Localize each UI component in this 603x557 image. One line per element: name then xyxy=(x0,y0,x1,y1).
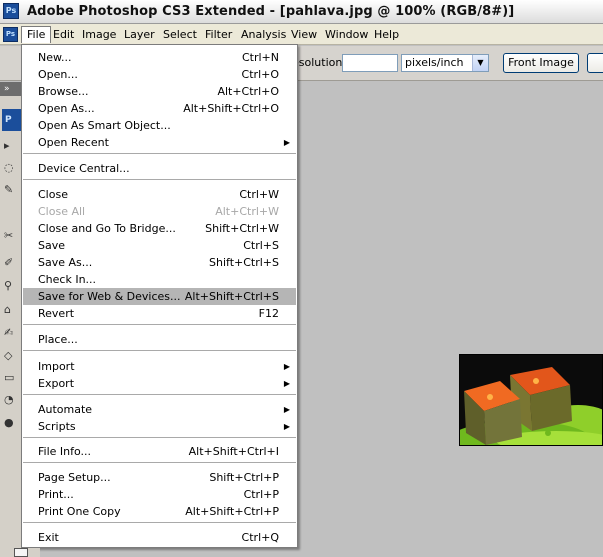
menu-item-open-as[interactable]: Open As... Alt+Shift+Ctrl+O xyxy=(23,100,296,117)
lasso-tool-icon-2[interactable]: ✎ xyxy=(4,184,16,196)
window-title: Adobe Photoshop CS3 Extended - [pahlava.… xyxy=(27,4,515,19)
menu-item-close[interactable]: Close Ctrl+W xyxy=(23,186,296,203)
menu-item-new[interactable]: New... Ctrl+N xyxy=(23,49,296,66)
toolbox-collapse-icon[interactable]: » xyxy=(0,82,22,96)
dodge-tool-icon[interactable]: ● xyxy=(4,417,16,429)
menu-view[interactable]: View xyxy=(286,26,322,43)
menu-item-save[interactable]: Save Ctrl+S xyxy=(23,237,296,254)
submenu-arrow-icon: ▶ xyxy=(283,405,290,414)
file-menu-dropdown: New... Ctrl+N Open... Ctrl+O Browse... Alt+… xyxy=(21,44,298,548)
menu-separator xyxy=(23,437,296,438)
menu-item-place[interactable]: Place... xyxy=(23,331,296,348)
menu-image[interactable]: Image xyxy=(77,26,121,43)
menu-item-close-and-go-to-bridge[interactable]: Close and Go To Bridge... Shift+Ctrl+W xyxy=(23,220,296,237)
gradient-tool-icon[interactable]: ▭ xyxy=(4,372,16,384)
crop-tool-icon[interactable]: ✂ xyxy=(4,230,16,242)
menu-file[interactable]: File xyxy=(21,26,52,43)
menu-separator xyxy=(23,153,296,154)
submenu-arrow-icon: ▶ xyxy=(283,138,290,147)
menu-item-open-as-smart-object[interactable]: Open As Smart Object... xyxy=(23,117,296,134)
resolution-input[interactable] xyxy=(342,54,398,72)
menu-item-automate[interactable]: Automate ▶ xyxy=(23,401,296,418)
menu-item-close-all: Close All Alt+Ctrl+W xyxy=(38,205,279,218)
document-icon[interactable]: Ps xyxy=(3,27,18,42)
submenu-arrow-icon: ▶ xyxy=(283,362,290,371)
menu-separator xyxy=(23,522,296,523)
document-image[interactable] xyxy=(459,354,603,446)
menu-item-file-info[interactable]: File Info... Alt+Shift+Ctrl+I xyxy=(23,443,296,460)
healing-tool-icon[interactable]: ✐ xyxy=(4,257,16,269)
menu-item-exit[interactable]: Exit Ctrl+Q xyxy=(23,529,296,546)
move-tool-icon[interactable]: ▸ xyxy=(4,140,16,152)
submenu-arrow-icon: ▶ xyxy=(283,379,290,388)
menu-edit[interactable]: Edit xyxy=(48,26,79,43)
menu-window[interactable]: Window xyxy=(320,26,373,43)
photoshop-app-icon[interactable]: Ps xyxy=(3,3,19,19)
menu-item-revert[interactable]: Revert F12 xyxy=(23,305,296,322)
lasso-tool-icon[interactable]: ◌ xyxy=(4,162,16,174)
eraser-tool-icon[interactable]: ◇ xyxy=(4,350,16,362)
menu-separator xyxy=(23,462,296,463)
blur-tool-icon[interactable]: ◔ xyxy=(4,394,16,406)
menu-item-check-in[interactable]: Check In... xyxy=(23,271,296,288)
toolbox-panel: » P ▸ ◌ ✎ ✂ ✐ ⚲ ⌂ ✍ ◇ ▭ ◔ ● xyxy=(0,82,22,557)
chevron-down-icon[interactable]: ▼ xyxy=(472,55,488,71)
baklava-image xyxy=(460,355,602,445)
brush-tool-icon[interactable]: ⚲ xyxy=(4,280,16,292)
quick-mask-icon[interactable] xyxy=(14,548,28,557)
menu-select[interactable]: Select xyxy=(158,26,202,43)
menu-separator xyxy=(23,350,296,351)
resolution-units-value: pixels/inch xyxy=(405,56,464,69)
menu-item-save-for-web[interactable]: Save for Web & Devices... Alt+Shift+Ctrl+… xyxy=(23,288,296,305)
menu-item-open-recent[interactable]: Open Recent ▶ xyxy=(23,134,296,151)
stamp-tool-icon[interactable]: ⌂ xyxy=(4,304,16,316)
menu-item-scripts[interactable]: Scripts ▶ xyxy=(23,418,296,435)
menu-item-device-central[interactable]: Device Central... xyxy=(23,160,296,177)
clear-button[interactable] xyxy=(587,53,603,73)
menu-bar: Ps File Edit Image Layer Select Filter A… xyxy=(0,24,603,45)
menu-separator xyxy=(23,324,296,325)
menu-help[interactable]: Help xyxy=(369,26,404,43)
menu-separator xyxy=(23,179,296,180)
menu-item-open[interactable]: Open... Ctrl+O xyxy=(23,66,296,83)
resolution-label: esolution: xyxy=(292,56,347,69)
menu-analysis[interactable]: Analysis xyxy=(236,26,291,43)
menu-item-export[interactable]: Export ▶ xyxy=(23,375,296,392)
toolbox-photoshop-logo[interactable]: P xyxy=(2,109,22,131)
front-image-button[interactable]: Front Image xyxy=(503,53,579,73)
menu-separator xyxy=(23,394,296,395)
menu-item-browse[interactable]: Browse... Alt+Ctrl+O xyxy=(23,83,296,100)
title-bar: Ps Adobe Photoshop CS3 Extended - [pahla… xyxy=(0,0,603,24)
menu-item-save-as[interactable]: Save As... Shift+Ctrl+S xyxy=(23,254,296,271)
menu-layer[interactable]: Layer xyxy=(119,26,160,43)
history-brush-icon[interactable]: ✍ xyxy=(4,327,16,339)
menu-item-import[interactable]: Import ▶ xyxy=(23,358,296,375)
submenu-arrow-icon: ▶ xyxy=(283,422,290,431)
menu-item-print-one-copy[interactable]: Print One Copy Alt+Shift+Ctrl+P xyxy=(23,503,296,520)
menu-filter[interactable]: Filter xyxy=(200,26,237,43)
resolution-units-select[interactable]: pixels/inch ▼ xyxy=(401,54,489,72)
menu-item-print[interactable]: Print... Ctrl+P xyxy=(23,486,296,503)
menu-item-page-setup[interactable]: Page Setup... Shift+Ctrl+P xyxy=(23,469,296,486)
